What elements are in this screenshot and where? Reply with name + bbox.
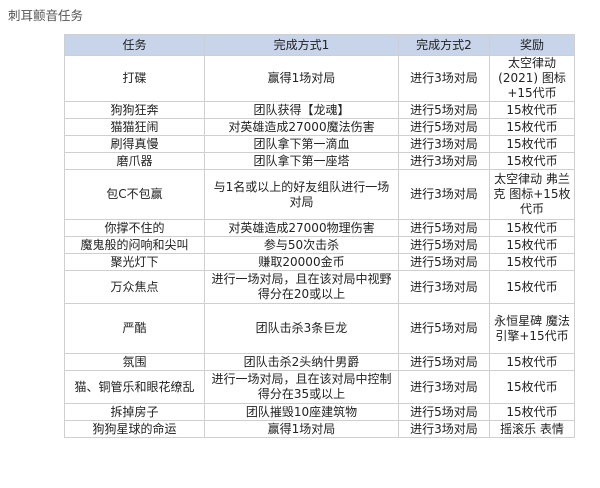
page-title: 刺耳颤音任务 [8, 8, 84, 23]
cell-method2: 进行5场对局 [398, 101, 490, 119]
cell-reward: 太空律动(2021) 图标+15代币 [489, 55, 575, 102]
cell-method2: 进行5场对局 [398, 403, 490, 421]
cell-method1: 团队获得【龙魂】 [204, 101, 399, 119]
cell-method2: 进行5场对局 [398, 236, 490, 254]
cell-reward: 15枚代币 [489, 403, 575, 421]
cell-task: 魔鬼般的闷响和尖叫 [64, 236, 205, 254]
cell-reward: 15枚代币 [489, 353, 575, 371]
cell-method2: 进行5场对局 [398, 118, 490, 136]
cell-method2: 进行5场对局 [398, 353, 490, 371]
cell-method1: 团队摧毁10座建筑物 [204, 403, 399, 421]
table-row: 包C不包赢 与1名或以上的好友组队进行一场对局 进行3场对局 太空律动 弗兰克 图标+… [64, 169, 575, 220]
table-row: 磨爪器 团队拿下第一座塔 进行3场对局 15枚代币 [64, 152, 575, 170]
cell-task: 包C不包赢 [64, 169, 205, 220]
cell-reward: 15枚代币 [489, 135, 575, 153]
cell-task: 拆掉房子 [64, 403, 205, 421]
cell-method2: 进行3场对局 [398, 270, 490, 304]
cell-method1: 团队拿下第一座塔 [204, 152, 399, 170]
cell-reward: 摇滚乐 表情 [489, 420, 575, 438]
table-row: 打碟 赢得1场对局 进行3场对局 太空律动(2021) 图标+15代币 [64, 55, 575, 102]
table-row: 你撑不住的 对英雄造成27000物理伤害 进行5场对局 15枚代币 [64, 219, 575, 237]
table-row: 刷得真慢 团队拿下第一滴血 进行3场对局 15枚代币 [64, 135, 575, 153]
header-reward: 奖励 [489, 34, 575, 56]
cell-reward: 太空律动 弗兰克 图标+15枚代币 [489, 169, 575, 220]
header-task: 任务 [64, 34, 205, 56]
cell-task: 猫猫狂闹 [64, 118, 205, 136]
cell-method2: 进行3场对局 [398, 55, 490, 102]
cell-task: 严酷 [64, 303, 205, 354]
cell-reward: 15枚代币 [489, 253, 575, 271]
cell-method2: 进行5场对局 [398, 219, 490, 237]
table-row: 聚光灯下 赚取20000金币 进行5场对局 15枚代币 [64, 253, 575, 271]
task-table: 任务 完成方式1 完成方式2 奖励 打碟 赢得1场对局 进行3场对局 太空律动(202… [64, 34, 575, 438]
cell-method1: 赢得1场对局 [204, 420, 399, 438]
cell-method1: 对英雄造成27000魔法伤害 [204, 118, 399, 136]
cell-method1: 赢得1场对局 [204, 55, 399, 102]
header-method1: 完成方式1 [204, 34, 399, 56]
cell-reward: 15枚代币 [489, 219, 575, 237]
cell-reward: 15枚代币 [489, 270, 575, 304]
cell-method2: 进行5场对局 [398, 253, 490, 271]
cell-method1: 与1名或以上的好友组队进行一场对局 [204, 169, 399, 220]
table-row: 狗狗狂奔 团队获得【龙魂】 进行5场对局 15枚代币 [64, 101, 575, 119]
table-row: 猫、铜管乐和眼花缭乱 进行一场对局，且在该对局中控制得分在35或以上 进行3场对局 1… [64, 370, 575, 404]
cell-method1: 参与50次击杀 [204, 236, 399, 254]
cell-reward: 15枚代币 [489, 370, 575, 404]
cell-task: 氛围 [64, 353, 205, 371]
cell-task: 狗狗星球的命运 [64, 420, 205, 438]
cell-method1: 团队击杀3条巨龙 [204, 303, 399, 354]
cell-task: 你撑不住的 [64, 219, 205, 237]
table-row: 万众焦点 进行一场对局，且在该对局中视野得分在20或以上 进行3场对局 15枚代币 [64, 270, 575, 304]
table-row: 猫猫狂闹 对英雄造成27000魔法伤害 进行5场对局 15枚代币 [64, 118, 575, 136]
cell-method1: 进行一场对局，且在该对局中控制得分在35或以上 [204, 370, 399, 404]
cell-reward: 15枚代币 [489, 236, 575, 254]
cell-method2: 进行5场对局 [398, 303, 490, 354]
cell-reward: 永恒星碑 魔法引擎+15代币 [489, 303, 575, 354]
cell-method2: 进行3场对局 [398, 135, 490, 153]
table-row: 狗狗星球的命运 赢得1场对局 进行3场对局 摇滚乐 表情 [64, 420, 575, 438]
cell-task: 刷得真慢 [64, 135, 205, 153]
cell-task: 狗狗狂奔 [64, 101, 205, 119]
cell-method1: 赚取20000金币 [204, 253, 399, 271]
cell-reward: 15枚代币 [489, 118, 575, 136]
cell-method1: 对英雄造成27000物理伤害 [204, 219, 399, 237]
cell-task: 猫、铜管乐和眼花缭乱 [64, 370, 205, 404]
cell-task: 万众焦点 [64, 270, 205, 304]
cell-reward: 15枚代币 [489, 152, 575, 170]
cell-method1: 进行一场对局，且在该对局中视野得分在20或以上 [204, 270, 399, 304]
cell-task: 打碟 [64, 55, 205, 102]
table-header-row: 任务 完成方式1 完成方式2 奖励 [64, 34, 575, 56]
table-row: 氛围 团队击杀2头纳什男爵 进行5场对局 15枚代币 [64, 353, 575, 371]
header-method2: 完成方式2 [398, 34, 490, 56]
cell-method1: 团队拿下第一滴血 [204, 135, 399, 153]
cell-method2: 进行3场对局 [398, 370, 490, 404]
table-row: 魔鬼般的闷响和尖叫 参与50次击杀 进行5场对局 15枚代币 [64, 236, 575, 254]
cell-task: 磨爪器 [64, 152, 205, 170]
cell-reward: 15枚代币 [489, 101, 575, 119]
table-row: 拆掉房子 团队摧毁10座建筑物 进行5场对局 15枚代币 [64, 403, 575, 421]
cell-method1: 团队击杀2头纳什男爵 [204, 353, 399, 371]
cell-task: 聚光灯下 [64, 253, 205, 271]
cell-method2: 进行3场对局 [398, 169, 490, 220]
cell-method2: 进行3场对局 [398, 420, 490, 438]
table-body: 打碟 赢得1场对局 进行3场对局 太空律动(2021) 图标+15代币 狗狗狂奔 团队获得… [64, 55, 575, 438]
cell-method2: 进行3场对局 [398, 152, 490, 170]
table-row: 严酷 团队击杀3条巨龙 进行5场对局 永恒星碑 魔法引擎+15代币 [64, 303, 575, 354]
